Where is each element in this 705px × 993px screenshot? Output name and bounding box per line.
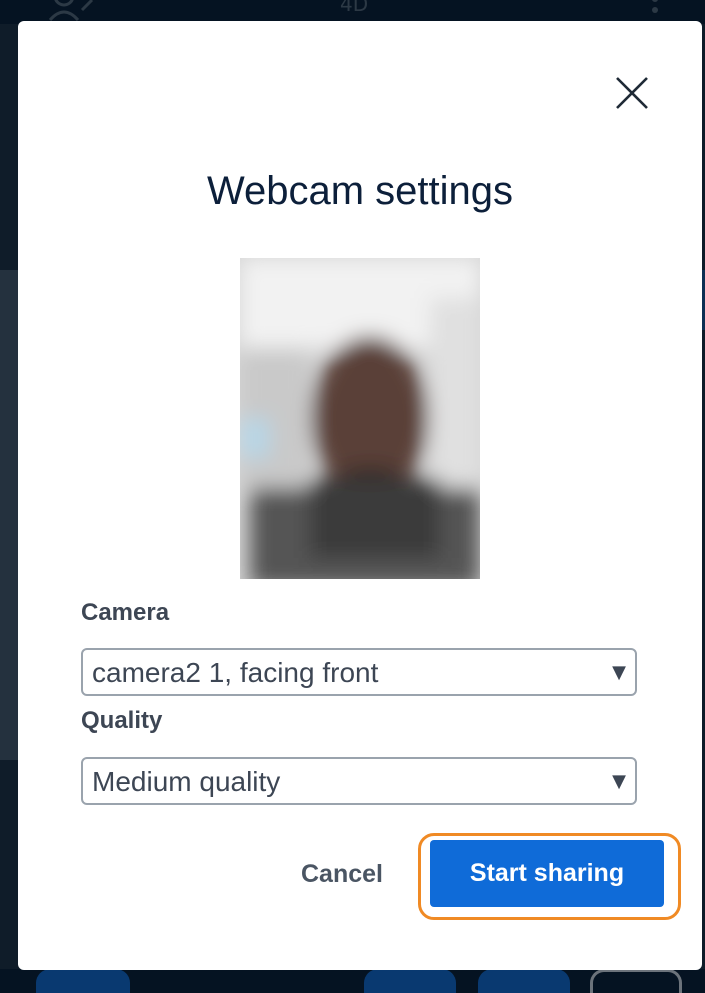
quality-select[interactable]: Medium quality ▼ (81, 757, 637, 805)
close-icon (612, 73, 652, 113)
quality-select-value: Medium quality (92, 766, 281, 797)
start-sharing-button[interactable]: Start sharing (430, 840, 664, 907)
close-button[interactable] (612, 73, 652, 113)
camera-label: Camera (81, 599, 170, 626)
camera-select[interactable]: camera2 1, facing front ▼ (81, 648, 637, 696)
webcam-settings-dialog: Webcam settings Camera camera2 1, facing… (18, 21, 702, 970)
chevron-down-icon: ▼ (612, 771, 626, 792)
quality-label: Quality (81, 707, 163, 734)
dialog-title: Webcam settings (206, 169, 514, 213)
camera-select-value: camera2 1, facing front (92, 657, 379, 688)
cancel-button[interactable]: Cancel (296, 854, 388, 894)
webcam-preview (240, 258, 480, 579)
chevron-down-icon: ▼ (612, 662, 626, 683)
